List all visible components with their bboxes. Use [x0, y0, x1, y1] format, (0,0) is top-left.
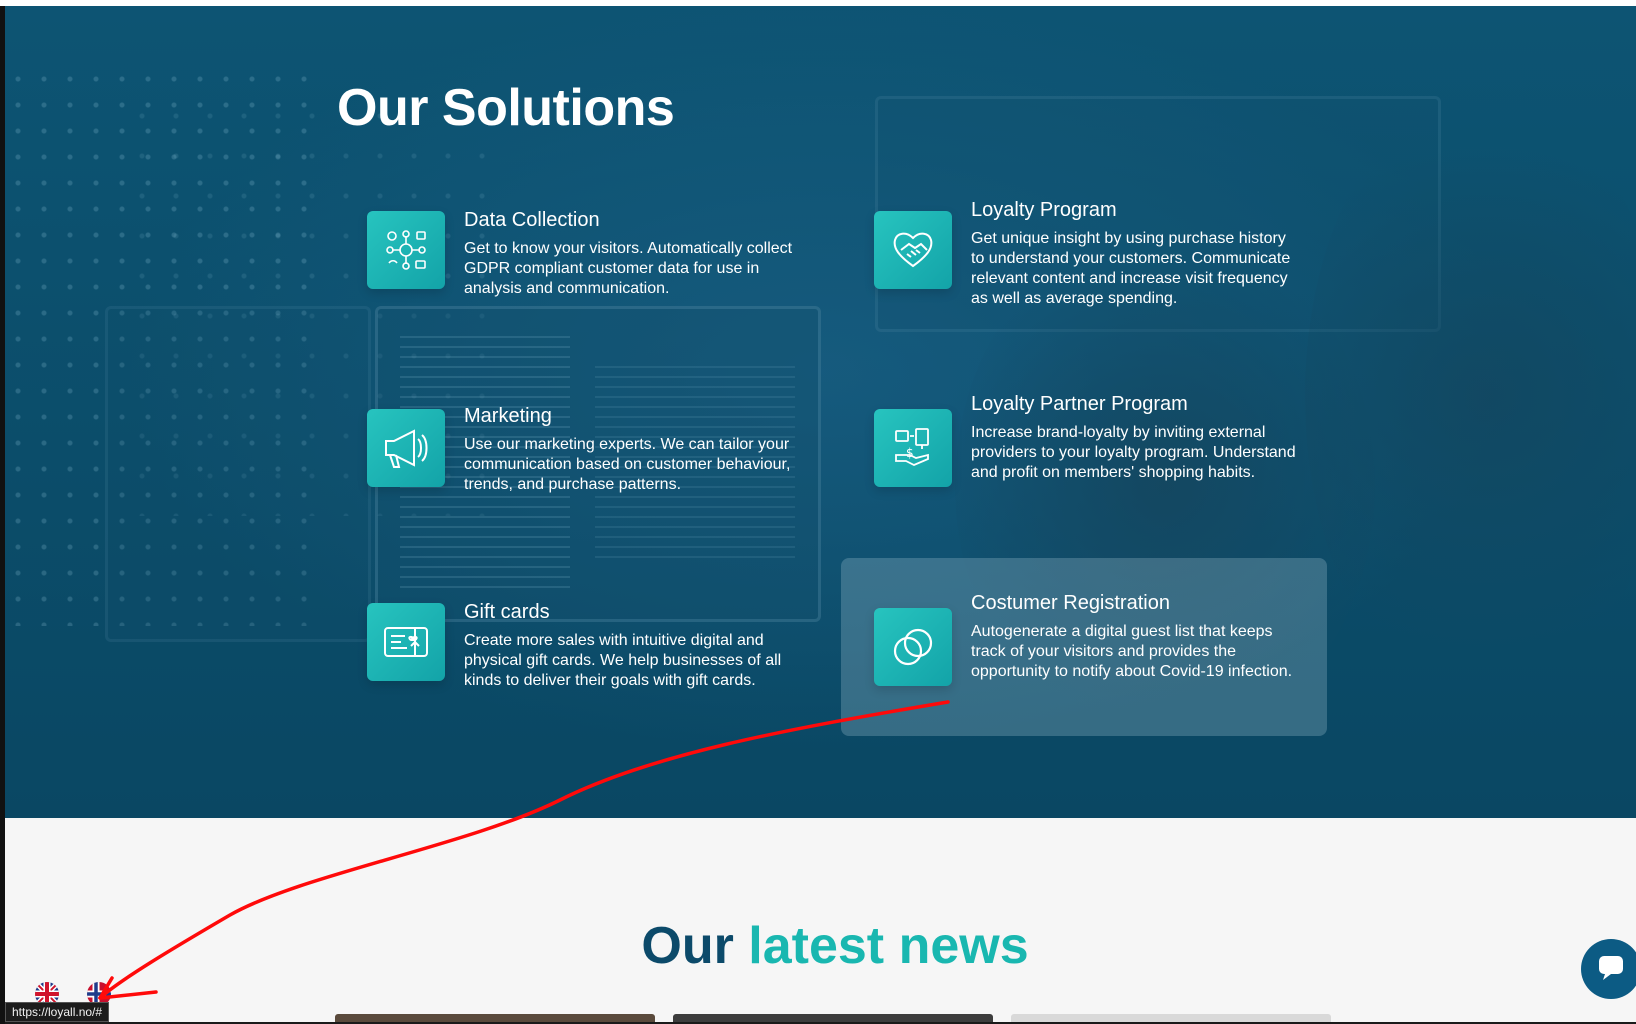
browser-status-url: https://loyall.no/# [5, 1002, 110, 1022]
latest-news-title-part2: latest news [748, 917, 1029, 975]
solution-description: Create more sales with intuitive digital… [464, 632, 782, 689]
solution-description: Get unique insight by using purchase his… [971, 230, 1291, 307]
solution-description: Increase brand-loyalty by inviting exter… [971, 424, 1296, 481]
solution-card-loyalty-program[interactable]: Loyalty Program Get unique insight by us… [871, 191, 1351, 361]
rings-icon [874, 608, 952, 686]
news-card-thumbnail[interactable] [1011, 1014, 1331, 1022]
solution-title: Loyalty Partner Program [971, 393, 1188, 415]
background-monitor [105, 306, 371, 642]
megaphone-icon [367, 409, 445, 487]
heart-handshake-icon [874, 211, 952, 289]
solutions-section: Our Solutions Data Collection Get to kno… [5, 6, 1636, 818]
partner-hand-icon: $ [874, 409, 952, 487]
solution-title: Loyalty Program [971, 199, 1117, 221]
solutions-title: Our Solutions [337, 79, 675, 137]
solution-card-costumer-registration[interactable]: Costumer Registration Autogenerate a dig… [841, 558, 1327, 736]
latest-news-title-part1: Our [641, 917, 734, 975]
chat-button[interactable] [1581, 939, 1636, 999]
solution-title: Data Collection [464, 209, 600, 231]
data-network-icon [367, 211, 445, 289]
solution-card-data-collection[interactable]: Data Collection Get to know your visitor… [367, 201, 847, 371]
solution-card-gift-cards[interactable]: Gift cards Create more sales with intuit… [367, 593, 847, 763]
solution-description: Get to know your visitors. Automatically… [464, 240, 793, 297]
page-viewport: Our Solutions Data Collection Get to kno… [5, 6, 1636, 1022]
solution-description: Autogenerate a digital guest list that k… [971, 623, 1293, 680]
news-card-thumbnail[interactable] [335, 1014, 655, 1022]
solution-description: Use our marketing experts. We can tailor… [464, 436, 791, 493]
gift-card-icon [367, 603, 445, 681]
solution-title: Marketing [464, 405, 552, 427]
solution-card-marketing[interactable]: Marketing Use our marketing experts. We … [367, 397, 847, 567]
news-card-thumbnail[interactable] [673, 1014, 993, 1022]
svg-text:$: $ [906, 446, 914, 460]
solution-title: Gift cards [464, 601, 550, 623]
solution-card-loyalty-partner-program[interactable]: $ Loyalty Partner Program Increase brand… [871, 385, 1351, 555]
solution-title: Costumer Registration [971, 592, 1170, 614]
chat-bubble-icon [1596, 952, 1626, 987]
latest-news-section: Our latest news [5, 818, 1636, 1022]
latest-news-title: Our latest news [5, 916, 1636, 976]
